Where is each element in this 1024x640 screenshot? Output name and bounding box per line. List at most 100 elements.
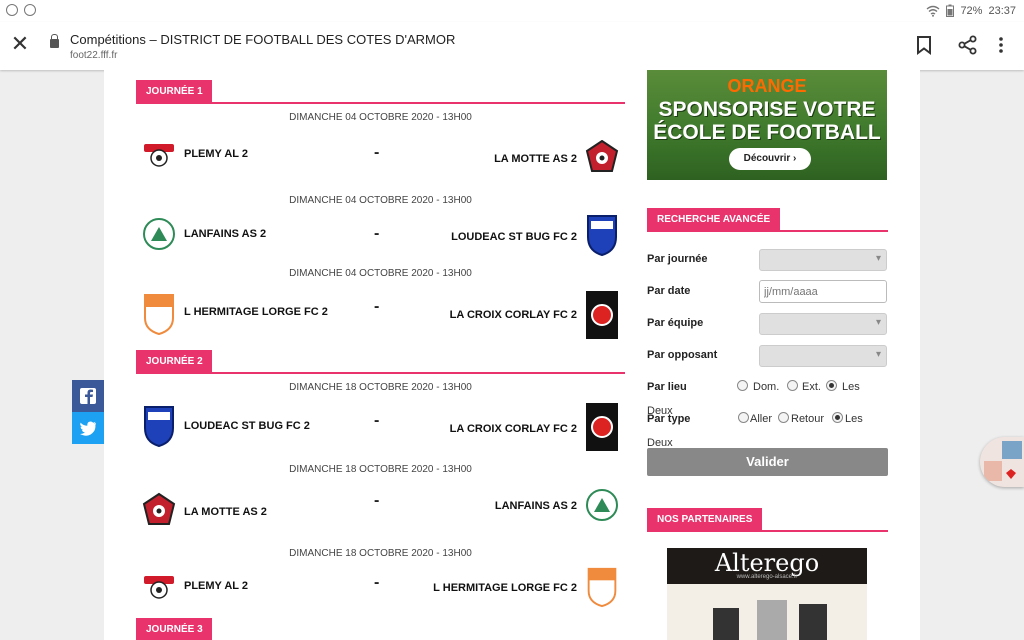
filter-label-lieu: Par lieu — [647, 381, 687, 393]
type-aller-radio[interactable] — [738, 412, 749, 423]
score-separator: - — [374, 574, 380, 591]
plemy-crest-icon — [144, 576, 174, 599]
share-icon[interactable] — [957, 34, 979, 56]
more-options-icon[interactable] — [995, 34, 1007, 56]
journee-label: JOURNÉE 3 — [136, 618, 212, 640]
floating-chat-bubble[interactable] — [980, 437, 1024, 487]
filter-label-type: Par type — [647, 413, 691, 425]
clock: 23:37 — [988, 4, 1016, 17]
match-date: DIMANCHE 18 OCTOBRE 2020 - 13H00 — [289, 464, 472, 475]
type-les-label: Les — [845, 413, 863, 425]
journee-header: JOURNÉE 2 — [136, 350, 625, 374]
twitter-icon — [80, 421, 96, 436]
journee-select[interactable] — [759, 249, 887, 271]
away-team: LA MOTTE AS 2 — [494, 153, 577, 165]
bookmark-icon[interactable] — [913, 34, 935, 56]
journee-header: JOURNÉE 3 — [136, 618, 625, 640]
la-motte-crest-icon — [142, 492, 176, 525]
opposant-select[interactable] — [759, 345, 887, 367]
match-date: DIMANCHE 18 OCTOBRE 2020 - 13H00 — [289, 382, 472, 393]
twitter-share-button[interactable] — [72, 412, 104, 444]
lieu-les-deux-radio[interactable] — [826, 380, 837, 391]
partners-heading: NOS PARTENAIRES — [647, 508, 763, 532]
partners-header: NOS PARTENAIRES — [647, 508, 888, 532]
content-card: JOURNÉE 1 DIMANCHE 04 OCTOBRE 2020 - 13H… — [104, 70, 920, 640]
match-row[interactable]: L HERMITAGE LORGE FC 2 - LA CROIX CORLAY… — [136, 290, 625, 342]
match-row[interactable]: LOUDEAC ST BUG FC 2 - LA CROIX CORLAY FC… — [136, 400, 625, 452]
score-separator: - — [374, 492, 380, 509]
messenger-icon — [24, 4, 36, 16]
match-row[interactable]: LA MOTTE AS 2 - LANFAINS AS 2 — [136, 488, 625, 532]
lanfains-crest-icon — [586, 489, 618, 521]
hermitage-crest-icon — [587, 567, 617, 608]
facebook-icon — [80, 388, 96, 404]
facebook-share-button[interactable] — [72, 380, 104, 412]
journee-label: JOURNÉE 2 — [136, 350, 212, 374]
appliance-image — [713, 608, 739, 640]
filter-label-journee: Par journée — [647, 253, 708, 265]
la-croix-corlay-crest-icon — [586, 291, 618, 339]
type-les-deux-radio[interactable] — [832, 412, 843, 423]
away-team: LA CROIX CORLAY FC 2 — [449, 309, 577, 321]
partner-brand-sub: www.alterego-alsace.fr — [736, 574, 798, 580]
match-row[interactable]: PLEMY AL 2 - L HERMITAGE LORGE FC 2 — [136, 566, 625, 612]
ad-discover-button[interactable]: Découvrir › — [729, 148, 811, 170]
equipe-select[interactable] — [759, 313, 887, 335]
status-bar: 72% 23:37 — [0, 0, 1024, 22]
home-team: LOUDEAC ST BUG FC 2 — [184, 420, 310, 432]
match-row[interactable]: LANFAINS AS 2 - LOUDEAC ST BUG FC 2 — [136, 213, 625, 257]
loudeac-crest-icon — [587, 215, 617, 257]
home-team: PLEMY AL 2 — [184, 580, 248, 592]
filter-label-opposant: Par opposant — [647, 349, 718, 361]
ad-headline-1: SPONSORISE VOTRE — [658, 98, 876, 121]
match-date: DIMANCHE 18 OCTOBRE 2020 - 13H00 — [289, 548, 472, 559]
appliance-image — [757, 600, 787, 640]
match-date: DIMANCHE 04 OCTOBRE 2020 - 13H00 — [289, 195, 472, 206]
date-input[interactable] — [759, 280, 887, 303]
away-team: LANFAINS AS 2 — [494, 500, 577, 512]
home-team: PLEMY AL 2 — [184, 148, 248, 160]
ad-discover-label: Découvrir — [743, 153, 791, 164]
lieu-dom-radio[interactable] — [737, 380, 748, 391]
wifi-icon — [926, 5, 940, 17]
match-date: DIMANCHE 04 OCTOBRE 2020 - 13H00 — [289, 112, 472, 123]
home-team: LA MOTTE AS 2 — [184, 506, 267, 518]
partner-logo[interactable]: Alterego www.alterego-alsace.fr — [667, 548, 867, 640]
loudeac-crest-icon — [144, 406, 174, 448]
filter-label-date: Par date — [647, 285, 691, 297]
battery-level: 72% — [960, 4, 983, 17]
home-team: LANFAINS AS 2 — [184, 228, 267, 240]
away-team: LA CROIX CORLAY FC 2 — [449, 423, 577, 435]
type-aller-label: Aller — [750, 413, 773, 425]
hermitage-crest-icon — [144, 294, 174, 336]
score-separator: - — [374, 412, 380, 429]
chat-head-icon — [984, 441, 1022, 481]
type-retour-radio[interactable] — [778, 412, 789, 423]
lock-icon — [50, 34, 59, 48]
journee-label: JOURNÉE 1 — [136, 80, 212, 104]
ad-headline-2: ÉCOLE DE FOOTBALL — [653, 121, 881, 144]
close-icon[interactable]: ✕ — [10, 33, 30, 55]
score-separator: - — [374, 298, 380, 315]
score-separator: - — [374, 225, 380, 242]
submit-button[interactable]: Valider — [647, 448, 888, 476]
battery-icon — [946, 4, 955, 17]
home-team: L HERMITAGE LORGE FC 2 — [184, 306, 328, 318]
appliance-image — [799, 604, 827, 640]
lieu-dom-label: Dom. — [753, 381, 780, 393]
sync-icon — [6, 4, 18, 16]
lieu-ext-radio[interactable] — [787, 380, 798, 391]
la-motte-crest-icon — [585, 140, 619, 172]
orange-ad-banner[interactable]: ORANGE SPONSORISE VOTRE ÉCOLE DE FOOTBAL… — [647, 70, 887, 180]
match-date: DIMANCHE 04 OCTOBRE 2020 - 13H00 — [289, 268, 472, 279]
journee-header: JOURNÉE 1 — [136, 80, 625, 104]
away-team: LOUDEAC ST BUG FC 2 — [451, 231, 577, 243]
score-separator: - — [374, 144, 380, 161]
browser-toolbar: ✕ Compétitions – DISTRICT DE FOOTBALL DE… — [0, 22, 1024, 70]
ad-brand: ORANGE — [727, 76, 807, 96]
page-url[interactable]: foot22.fff.fr — [70, 50, 117, 61]
search-heading: RECHERCHE AVANCÉE — [647, 208, 781, 232]
lieu-ext-label: Ext. — [802, 381, 821, 393]
type-retour-label: Retour — [791, 413, 825, 425]
match-row[interactable]: PLEMY AL 2 - LA MOTTE AS 2 — [136, 136, 625, 180]
